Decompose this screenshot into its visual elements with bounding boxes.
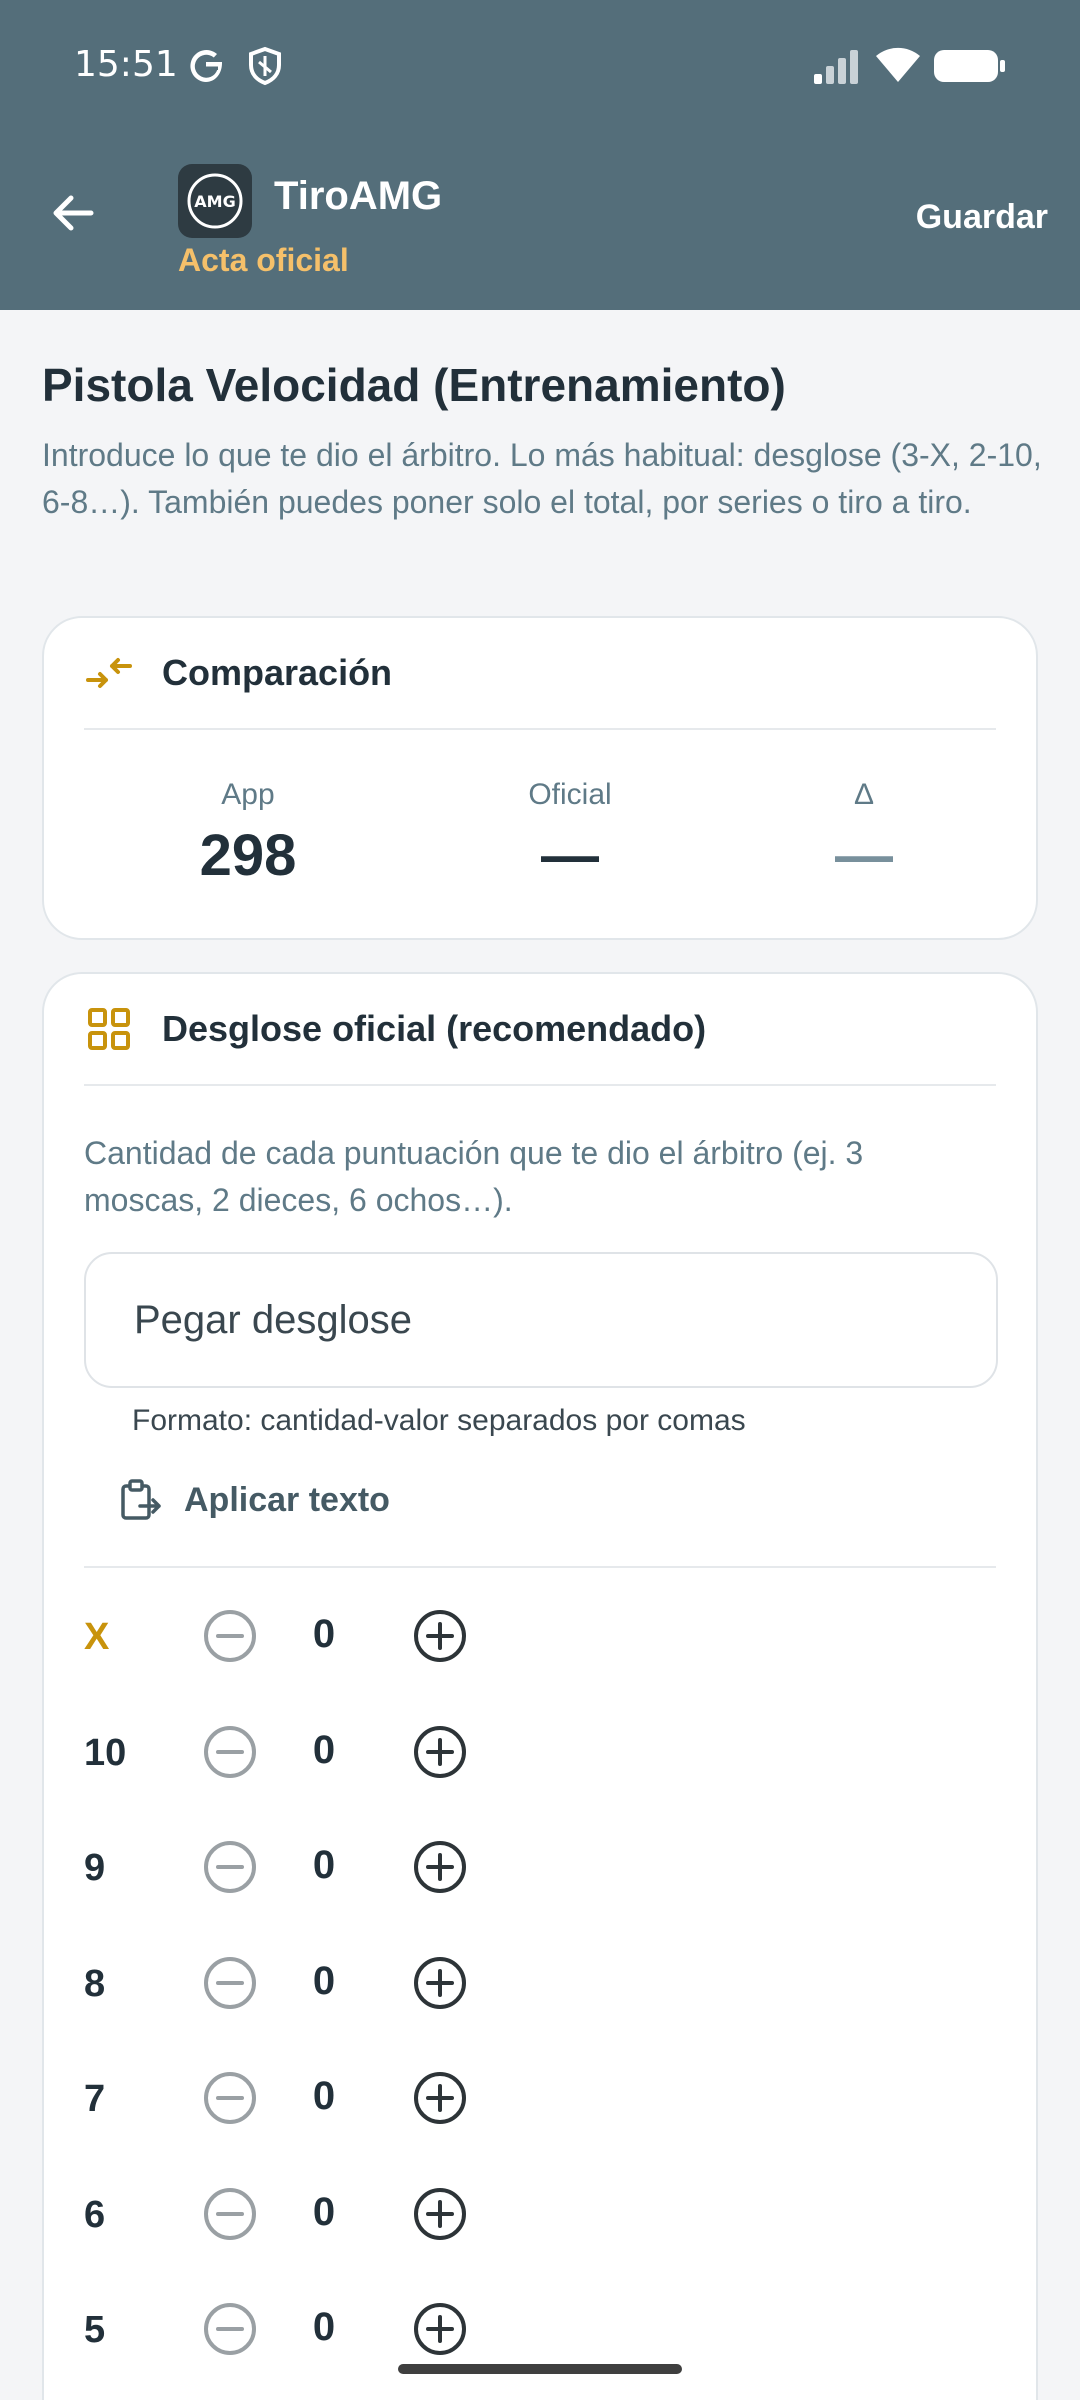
comparison-delta: Δ —: [734, 778, 994, 889]
status-time: 15:51: [74, 44, 178, 85]
arrow-back-icon: [53, 195, 94, 231]
decrement-icon[interactable]: [202, 2186, 258, 2242]
score-label: 5: [84, 2309, 106, 2351]
decrement-icon[interactable]: [202, 1839, 258, 1895]
app-title: TiroAMG: [274, 174, 443, 218]
signal-icon: [814, 50, 858, 84]
score-row: 10 0: [84, 1714, 584, 1794]
save-button[interactable]: Guardar: [916, 198, 1048, 237]
score-count: 0: [312, 2189, 336, 2234]
score-count: 0: [312, 1843, 336, 1887]
clipboard-paste-icon: [121, 1479, 161, 1520]
page-title: Pistola Velocidad (Entrenamiento): [42, 359, 786, 411]
decrement-icon[interactable]: [202, 2301, 258, 2357]
increment-icon[interactable]: [412, 1724, 468, 1780]
compare-arrows-icon: [86, 658, 132, 688]
app-score-label: App: [221, 778, 275, 811]
wifi-icon: [876, 47, 920, 82]
home-indicator[interactable]: [398, 2364, 682, 2374]
app-bar: 15:51 AMG TiroAMG Acta oficial Guardar: [0, 0, 1080, 310]
score-label: 10: [84, 1731, 127, 1774]
score-count: 0: [312, 1612, 336, 1656]
increment-icon[interactable]: [412, 2070, 468, 2126]
battery-icon: [934, 50, 1005, 82]
delta-label: Δ: [853, 778, 875, 811]
official-score-value: —: [541, 823, 599, 888]
page-description: Introduce lo que te dio el árbitro. Lo m…: [42, 437, 1042, 520]
comparison-official: Oficial —: [440, 778, 700, 889]
format-hint: Formato: cantidad-valor separados por co…: [132, 1404, 746, 1437]
decrement-icon[interactable]: [202, 1955, 258, 2011]
breakdown-card: Desglose oficial (recomendado) Cantidad …: [42, 972, 1038, 2400]
comparison-header: Comparación: [84, 618, 996, 730]
score-label: 6: [84, 2193, 106, 2236]
app-subtitle: Acta oficial: [178, 242, 349, 278]
score-label: 9: [84, 1847, 106, 1889]
increment-icon[interactable]: [412, 2186, 468, 2242]
breakdown-header: Desglose oficial (recomendado): [84, 974, 996, 1086]
increment-icon[interactable]: [412, 1955, 468, 2011]
score-row: 60: [84, 2176, 584, 2256]
increment-icon[interactable]: [412, 2301, 468, 2357]
amg-logo-icon: AMG: [187, 173, 243, 229]
score-count: 0: [312, 2305, 336, 2349]
apply-text-button[interactable]: Aplicar texto: [118, 1470, 390, 1530]
decrement-icon[interactable]: [202, 1724, 258, 1780]
comparison-card: Comparación App 298 Oficial — Δ —: [42, 616, 1038, 940]
shield-icon: [249, 46, 281, 86]
score-count: 0: [312, 2074, 336, 2118]
grid-icon: [88, 1008, 130, 1050]
score-label: 8: [84, 1962, 106, 2005]
status-bar: 15:51: [0, 0, 1080, 130]
increment-icon[interactable]: [412, 1608, 468, 1664]
score-row: 80: [84, 1945, 584, 2025]
comparison-app: App 298: [118, 778, 378, 889]
score-count: 0: [312, 1958, 336, 2003]
score-row: 70: [84, 2060, 584, 2140]
google-icon: [190, 50, 223, 82]
score-row: 90: [84, 1829, 584, 1909]
decrement-icon[interactable]: [202, 2070, 258, 2126]
svg-text:AMG: AMG: [194, 192, 235, 211]
score-label: X: [84, 1616, 110, 1658]
score-row: 50: [84, 2291, 584, 2371]
app-logo: AMG: [178, 164, 252, 238]
breakdown-divider: [84, 1566, 996, 1568]
comparison-values: App 298 Oficial — Δ —: [44, 778, 1036, 898]
paste-breakdown-input[interactable]: [84, 1252, 998, 1388]
score-row: X0: [84, 1598, 584, 1678]
official-score-label: Oficial: [528, 778, 612, 811]
back-button[interactable]: [40, 180, 106, 246]
score-label: 7: [84, 2078, 106, 2120]
comparison-title: Comparación: [162, 652, 393, 693]
app-score-value: 298: [199, 823, 297, 888]
breakdown-title: Desglose oficial (recomendado): [162, 1008, 707, 1049]
increment-icon[interactable]: [412, 1839, 468, 1895]
decrement-icon[interactable]: [202, 1608, 258, 1664]
score-count: 0: [312, 1727, 336, 1772]
breakdown-help: Cantidad de cada puntuación que te dio e…: [84, 1135, 864, 1218]
delta-value: —: [835, 823, 893, 888]
apply-text-label: Aplicar texto: [184, 1480, 390, 1519]
